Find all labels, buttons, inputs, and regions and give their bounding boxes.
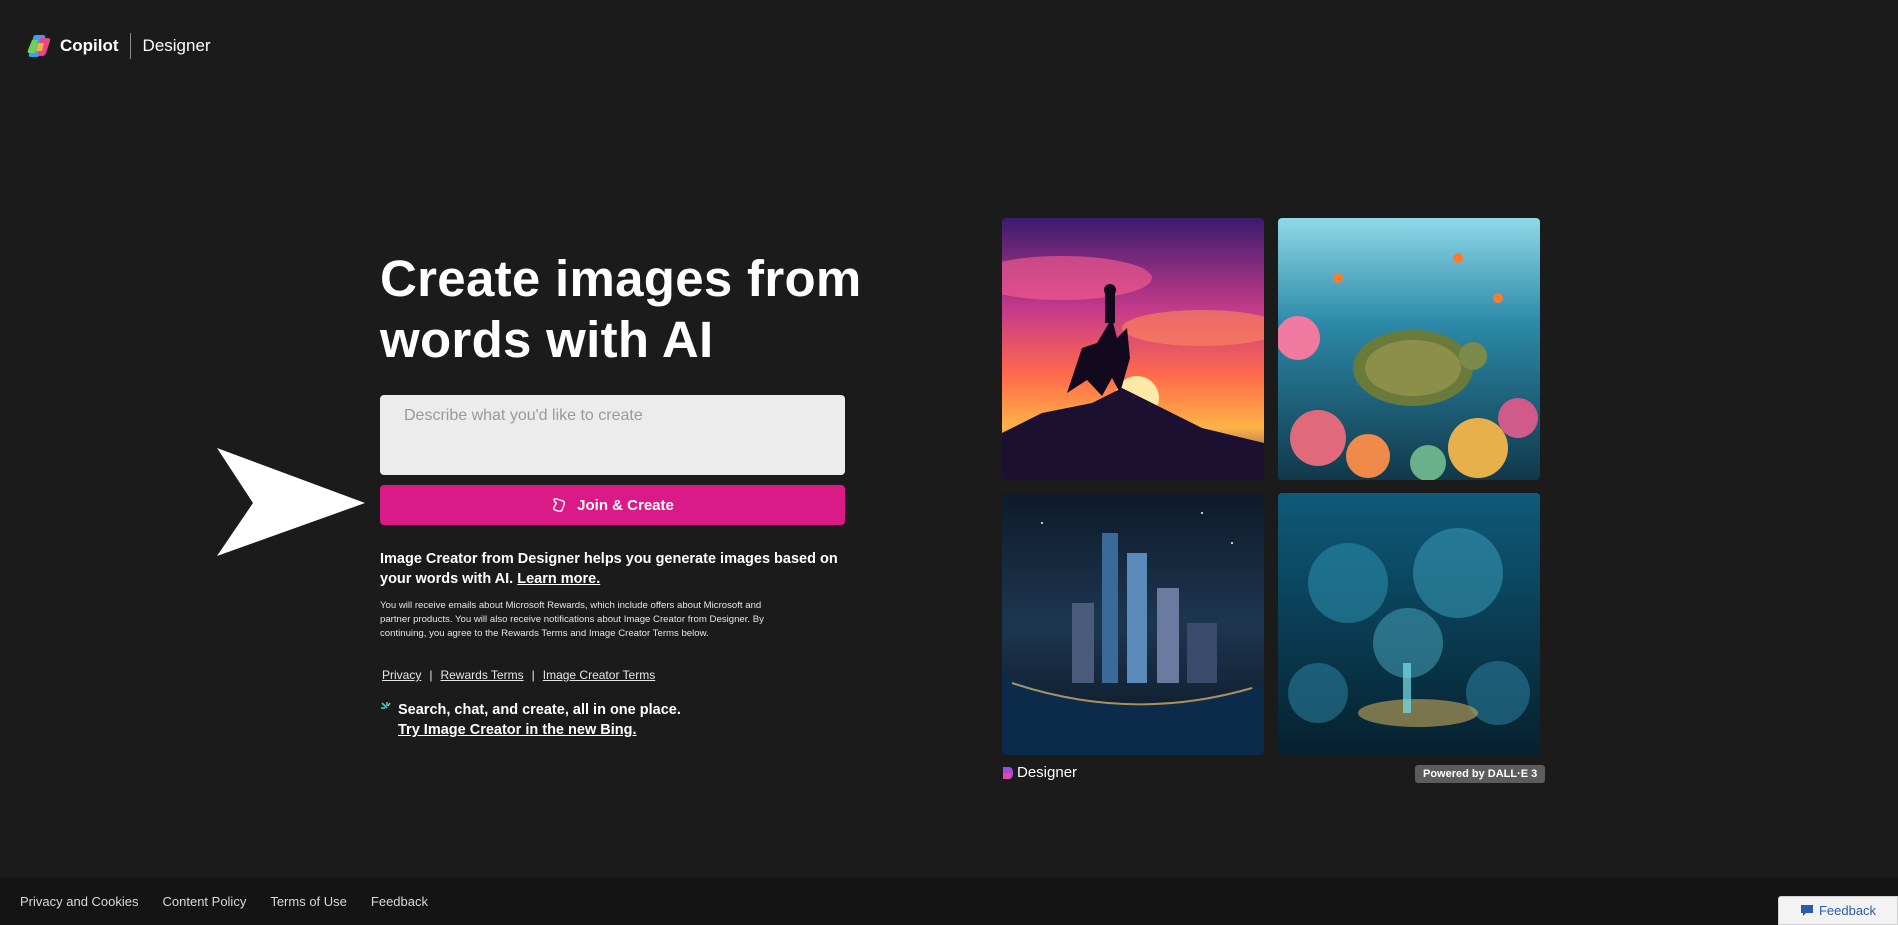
feedback-icon xyxy=(1800,904,1814,917)
link-separator: | xyxy=(531,668,535,682)
join-create-button[interactable]: Join & Create xyxy=(380,485,845,525)
description-text: Image Creator from Designer helps you ge… xyxy=(380,551,838,587)
footer-privacy-link[interactable]: Privacy and Cookies xyxy=(20,894,139,909)
learn-more-link[interactable]: Learn more. xyxy=(517,571,600,587)
bing-promo-text: Search, chat, and create, all in one pla… xyxy=(398,702,681,718)
sea-turtle-reef-image[interactable] xyxy=(1278,218,1540,480)
privacy-link[interactable]: Privacy xyxy=(380,668,423,682)
footer-feedback-link[interactable]: Feedback xyxy=(371,894,428,909)
prompt-input[interactable] xyxy=(380,395,845,475)
brand-name[interactable]: Copilot xyxy=(60,36,119,56)
powered-by-badge: Powered by DALL·E 3 xyxy=(1415,765,1546,783)
bing-promo: Search, chat, and create, all in one pla… xyxy=(380,700,681,740)
designer-brand: Designer xyxy=(1002,764,1077,781)
rewards-terms-link[interactable]: Rewards Terms xyxy=(438,668,525,682)
underwater-city-image[interactable] xyxy=(1278,493,1540,755)
cowboy-sunset-image[interactable] xyxy=(1002,218,1264,480)
image-creator-terms-link[interactable]: Image Creator Terms xyxy=(541,668,657,682)
link-separator: | xyxy=(429,668,433,682)
description: Image Creator from Designer helps you ge… xyxy=(380,549,840,589)
designer-label: Designer xyxy=(1017,764,1078,781)
terms-links: Privacy | Rewards Terms | Image Creator … xyxy=(380,668,657,682)
sparkle-icon xyxy=(380,701,394,715)
page-title: Create images from words with AI xyxy=(380,250,862,368)
header-divider xyxy=(129,33,131,59)
footer-content-policy-link[interactable]: Content Policy xyxy=(163,894,247,909)
footer-terms-link[interactable]: Terms of Use xyxy=(270,894,347,909)
try-new-bing-link[interactable]: Try Image Creator in the new Bing. xyxy=(398,722,637,738)
join-create-label: Join & Create xyxy=(577,496,674,514)
header: Copilot Designer xyxy=(26,30,211,62)
feedback-button[interactable]: Feedback xyxy=(1778,896,1898,925)
rewards-icon xyxy=(551,497,567,513)
fine-print: You will receive emails about Microsoft … xyxy=(380,600,764,639)
product-name[interactable]: Designer xyxy=(143,36,211,56)
footer: Privacy and Cookies Content Policy Terms… xyxy=(0,878,1898,925)
designer-logo-icon xyxy=(1002,766,1014,780)
pointer-arrow-icon xyxy=(217,448,365,556)
copilot-logo-icon[interactable] xyxy=(26,33,52,59)
feedback-button-label: Feedback xyxy=(1818,903,1877,918)
night-city-image[interactable] xyxy=(1002,493,1264,755)
